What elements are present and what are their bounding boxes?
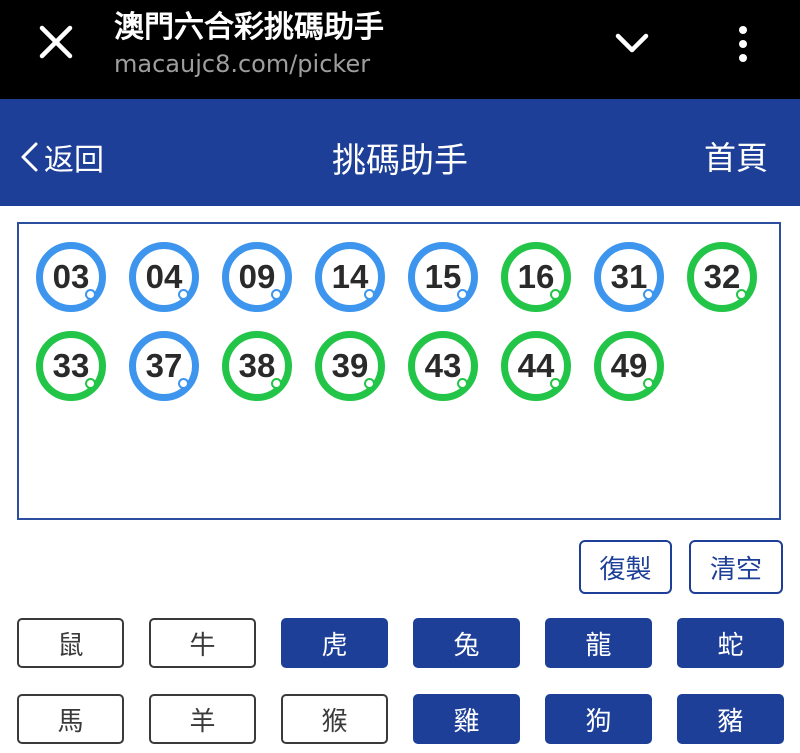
number-ball[interactable]: 43 [408,331,478,401]
number-ball[interactable]: 44 [501,331,571,401]
zodiac-button[interactable]: 兔 [413,618,520,668]
ball-highlight [643,289,654,300]
number-ball[interactable]: 39 [315,331,385,401]
zodiac-button[interactable]: 馬 [17,694,124,744]
browser-url[interactable]: macaujc8.com/picker [114,50,370,78]
app-header: 返回 挑碼助手 首頁 [0,99,800,206]
number-ball[interactable]: 04 [129,242,199,312]
ball-highlight [85,378,96,389]
zodiac-button[interactable]: 虎 [281,618,388,668]
number-ball[interactable]: 32 [687,242,757,312]
browser-page-title: 澳門六合彩挑碼助手 [114,10,384,45]
zodiac-button[interactable]: 豬 [677,694,784,744]
ball-number: 16 [517,258,555,295]
ball-number: 14 [331,258,369,295]
ball-highlight [178,378,189,389]
number-ball[interactable]: 37 [129,331,199,401]
chevron-down-icon[interactable] [612,28,652,58]
number-ball[interactable]: 16 [501,242,571,312]
zodiac-button[interactable]: 牛 [149,618,256,668]
ball-highlight [364,289,375,300]
clear-button[interactable]: 清空 [689,540,783,594]
ball-number: 49 [610,347,648,384]
number-ball[interactable]: 03 [36,242,106,312]
ball-number: 39 [331,347,369,384]
ball-number: 04 [145,258,183,295]
zodiac-button[interactable]: 鼠 [17,618,124,668]
number-ball[interactable]: 33 [36,331,106,401]
close-icon[interactable] [36,22,76,62]
ball-highlight [364,378,375,389]
ball-highlight [178,289,189,300]
ball-number: 03 [52,258,90,295]
ball-highlight [271,378,282,389]
browser-bar: 澳門六合彩挑碼助手 macaujc8.com/picker [0,0,800,99]
ball-highlight [271,289,282,300]
number-ball[interactable]: 38 [222,331,292,401]
zodiac-button[interactable]: 蛇 [677,618,784,668]
ball-number: 33 [52,347,90,384]
zodiac-button[interactable]: 猴 [281,694,388,744]
number-ball[interactable]: 31 [594,242,664,312]
ball-highlight [457,378,468,389]
number-ball[interactable]: 09 [222,242,292,312]
ball-highlight [736,289,747,300]
number-ball[interactable]: 49 [594,331,664,401]
ball-highlight [550,378,561,389]
ball-number: 37 [145,347,183,384]
copy-button[interactable]: 復製 [579,540,672,594]
page-title: 挑碼助手 [332,141,468,181]
number-ball[interactable]: 15 [408,242,478,312]
zodiac-button[interactable]: 羊 [149,694,256,744]
ball-number: 38 [238,347,276,384]
ball-number: 15 [424,258,462,295]
zodiac-button[interactable]: 狗 [545,694,652,744]
zodiac-button[interactable]: 龍 [545,618,652,668]
ball-number: 09 [238,258,276,295]
ball-highlight [85,289,96,300]
number-ball[interactable]: 14 [315,242,385,312]
ball-number: 44 [517,347,555,384]
ball-highlight [550,289,561,300]
ball-highlight [643,378,654,389]
zodiac-button[interactable]: 雞 [413,694,520,744]
more-options-icon[interactable] [735,24,751,64]
home-link[interactable]: 首頁 [704,133,768,179]
ball-number: 32 [703,258,741,295]
ball-number: 31 [610,258,648,295]
ball-highlight [457,289,468,300]
ball-number: 43 [424,347,462,384]
